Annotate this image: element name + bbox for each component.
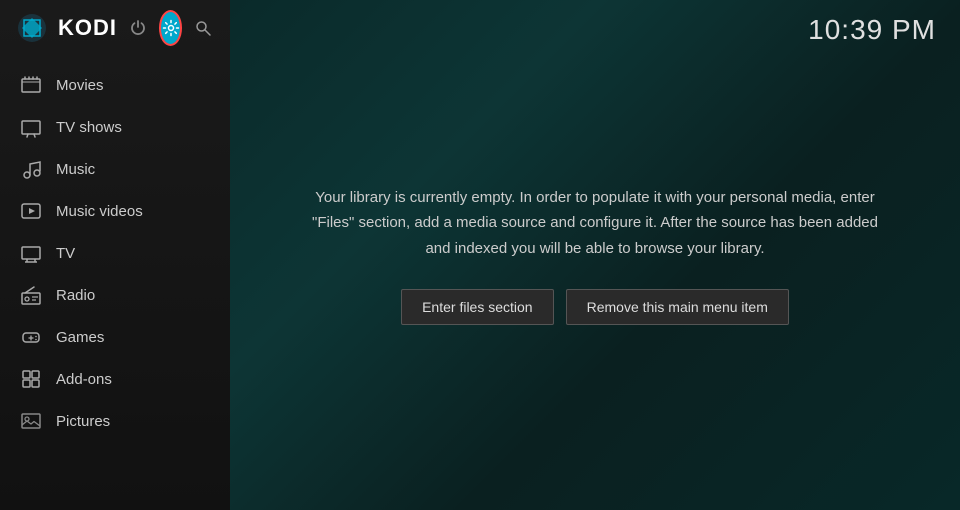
music-icon [20,158,42,180]
sidebar-item-games[interactable]: Games [0,316,230,358]
sidebar-item-music[interactable]: Music [0,148,230,190]
tv-shows-icon [20,116,42,138]
search-button[interactable] [192,10,214,46]
settings-button[interactable] [159,10,182,46]
sidebar-item-pictures-label: Pictures [56,413,110,430]
addons-icon [20,368,42,390]
sidebar-item-games-label: Games [56,329,104,346]
action-buttons: Enter files section Remove this main men… [401,289,789,325]
enter-files-section-button[interactable]: Enter files section [401,289,554,325]
app-title: KODI [58,15,117,41]
time-display: 10:39 PM [808,14,936,46]
sidebar-item-radio[interactable]: Radio [0,274,230,316]
sidebar-item-tv-shows[interactable]: TV shows [0,106,230,148]
sidebar-item-radio-label: Radio [56,287,95,304]
empty-library-message: Your library is currently empty. In orde… [310,185,880,262]
content-area: Your library is currently empty. In orde… [230,0,960,510]
games-icon [20,326,42,348]
sidebar-item-addons[interactable]: Add-ons [0,358,230,400]
sidebar-item-movies[interactable]: Movies [0,64,230,106]
remove-menu-item-button[interactable]: Remove this main menu item [566,289,789,325]
sidebar-nav: Movies TV shows [0,56,230,510]
sidebar-item-tv-label: TV [56,245,75,262]
sidebar-item-music-label: Music [56,161,95,178]
power-button[interactable] [127,10,149,46]
sidebar-item-music-videos[interactable]: Music videos [0,190,230,232]
movies-icon [20,74,42,96]
kodi-logo-icon [16,12,48,44]
tv-icon [20,242,42,264]
sidebar-item-addons-label: Add-ons [56,371,112,388]
sidebar-item-pictures[interactable]: Pictures [0,400,230,442]
sidebar-item-movies-label: Movies [56,77,104,94]
sidebar: KODI [0,0,230,510]
sidebar-item-tv-shows-label: TV shows [56,119,122,136]
music-videos-icon [20,200,42,222]
sidebar-item-tv[interactable]: TV [0,232,230,274]
pictures-icon [20,410,42,432]
app-container: KODI [0,0,960,510]
sidebar-header: KODI [0,0,230,56]
main-content: 10:39 PM Your library is currently empty… [230,0,960,510]
radio-icon [20,284,42,306]
sidebar-item-music-videos-label: Music videos [56,203,143,220]
